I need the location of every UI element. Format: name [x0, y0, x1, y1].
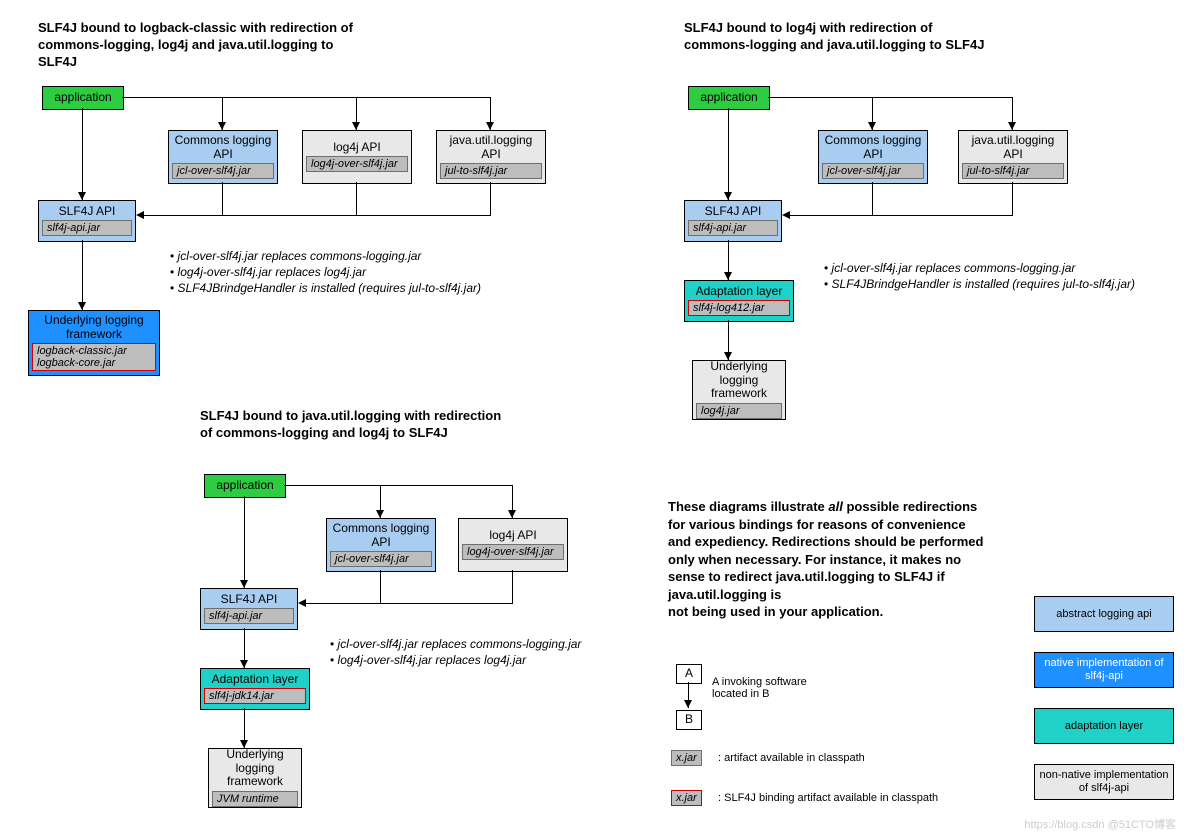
ah: [486, 122, 494, 130]
d1-commons-jar: jcl-over-slf4j.jar: [172, 163, 274, 179]
d1-log4j-jar: log4j-over-slf4j.jar: [306, 156, 408, 172]
d2-application: application: [204, 474, 286, 498]
ah: [352, 122, 360, 130]
ah: [684, 700, 692, 708]
ah: [724, 272, 732, 280]
d1-arrow-slf4j-under: [82, 240, 83, 310]
h: [306, 603, 513, 604]
v: [872, 182, 873, 215]
d3-underlying: Underlying logging framework log4j.jar: [692, 360, 786, 420]
d3-commons-jar: jcl-over-slf4j.jar: [822, 163, 924, 179]
legend-jar-red-text: : SLF4J binding artifact available in cl…: [718, 792, 938, 804]
d3-commons-api: Commons logging API jcl-over-slf4j.jar: [818, 130, 928, 184]
d1-log4j-api: log4j API log4j-over-slf4j.jar: [302, 130, 412, 184]
d1-application: application: [42, 86, 124, 110]
legend-jar-red: x.jar: [668, 790, 705, 809]
h: [790, 215, 1013, 216]
legend-box-a: A: [676, 664, 702, 684]
d2-slf4j-jar: slf4j-api.jar: [204, 608, 294, 624]
arrowhead: [78, 192, 86, 200]
d2-commons-jar: jcl-over-slf4j.jar: [330, 551, 432, 567]
d1-underlying: Underlying logging framework logback-cla…: [28, 310, 160, 376]
d1-arrow-app-slf4j: [82, 108, 83, 200]
d2-title: SLF4J bound to java.util.logging with re…: [200, 408, 510, 442]
ah: [1008, 122, 1016, 130]
d3-application: application: [688, 86, 770, 110]
d3-adaptation: Adaptation layer slf4j-log412.jar: [684, 280, 794, 322]
d3-jul-jar: jul-to-slf4j.jar: [962, 163, 1064, 179]
ah: [376, 510, 384, 518]
d1-commons-api: Commons logging API jcl-over-slf4j.jar: [168, 130, 278, 184]
d2-underlying: Underlying logging framework JVM runtime: [208, 748, 302, 808]
v: [222, 182, 223, 215]
v: [1012, 182, 1013, 215]
d1-slf4j-api: SLF4J API slf4j-api.jar: [38, 200, 136, 242]
d3-jul-api: java.util.logging API jul-to-slf4j.jar: [958, 130, 1068, 184]
ah: [218, 122, 226, 130]
legend-nonnative-impl: non-native implementation of slf4j-api: [1034, 764, 1174, 800]
v: [512, 570, 513, 603]
d2-adapt-jar: slf4j-jdk14.jar: [204, 688, 306, 704]
ah: [508, 510, 516, 518]
legend-ab-text: A invoking software located in B: [712, 676, 832, 700]
v: [244, 496, 245, 588]
d2-commons-api: Commons logging API jcl-over-slf4j.jar: [326, 518, 436, 572]
d1-title: SLF4J bound to logback-classic with redi…: [38, 20, 358, 71]
d1-arrow-app-hbus: [122, 97, 490, 98]
ah: [724, 352, 732, 360]
ah: [240, 740, 248, 748]
legend-jar-plain-text: : artifact available in classpath: [718, 752, 865, 764]
watermark: https://blog.csdn @51CTO博客: [1024, 816, 1176, 832]
v: [380, 570, 381, 603]
d2-slf4j-api: SLF4J API slf4j-api.jar: [200, 588, 298, 630]
h: [768, 97, 1012, 98]
v: [356, 182, 357, 215]
d1-arrow-apis-slf4j: [144, 215, 491, 216]
d2-log4j-jar: log4j-over-slf4j.jar: [462, 544, 564, 560]
d3-notes: • jcl-over-slf4j.jar replaces commons-lo…: [824, 260, 1184, 292]
d1-underlying-jar: logback-classic.jar logback-core.jar: [32, 343, 156, 371]
v: [728, 108, 729, 200]
d3-slf4j-api: SLF4J API slf4j-api.jar: [684, 200, 782, 242]
legend-jar-plain: x.jar: [668, 750, 705, 769]
d3-title: SLF4J bound to log4j with redirection of…: [684, 20, 994, 54]
legend-abstract-api: abstract logging api: [1034, 596, 1174, 632]
diagram-canvas: SLF4J bound to logback-classic with redi…: [0, 0, 1184, 838]
legend-native-impl: native implementation of slf4j-api: [1034, 652, 1174, 688]
ah: [240, 660, 248, 668]
d2-log4j-api: log4j API log4j-over-slf4j.jar: [458, 518, 568, 572]
h: [284, 485, 512, 486]
legend-box-b: B: [676, 710, 702, 730]
d3-adapt-jar: slf4j-log412.jar: [688, 300, 790, 316]
ah: [868, 122, 876, 130]
ah: [782, 211, 790, 219]
d1-jul-api: java.util.logging API jul-to-slf4j.jar: [436, 130, 546, 184]
d2-under-jar: JVM runtime: [212, 791, 298, 807]
d1-notes: • jcl-over-slf4j.jar replaces commons-lo…: [170, 248, 590, 297]
d2-adaptation: Adaptation layer slf4j-jdk14.jar: [200, 668, 310, 710]
d2-notes: • jcl-over-slf4j.jar replaces commons-lo…: [330, 636, 650, 668]
d1-slf4j-jar: slf4j-api.jar: [42, 220, 132, 236]
d3-under-jar: log4j.jar: [696, 403, 782, 419]
ah: [724, 192, 732, 200]
d1-jul-jar: jul-to-slf4j.jar: [440, 163, 542, 179]
ah: [240, 580, 248, 588]
ah: [78, 302, 86, 310]
legend-adaptation: adaptation layer: [1034, 708, 1174, 744]
ah: [298, 599, 306, 607]
ah: [136, 211, 144, 219]
v: [490, 182, 491, 215]
d3-slf4j-jar: slf4j-api.jar: [688, 220, 778, 236]
explain-paragraph: These diagrams illustrate all possible r…: [668, 498, 988, 621]
